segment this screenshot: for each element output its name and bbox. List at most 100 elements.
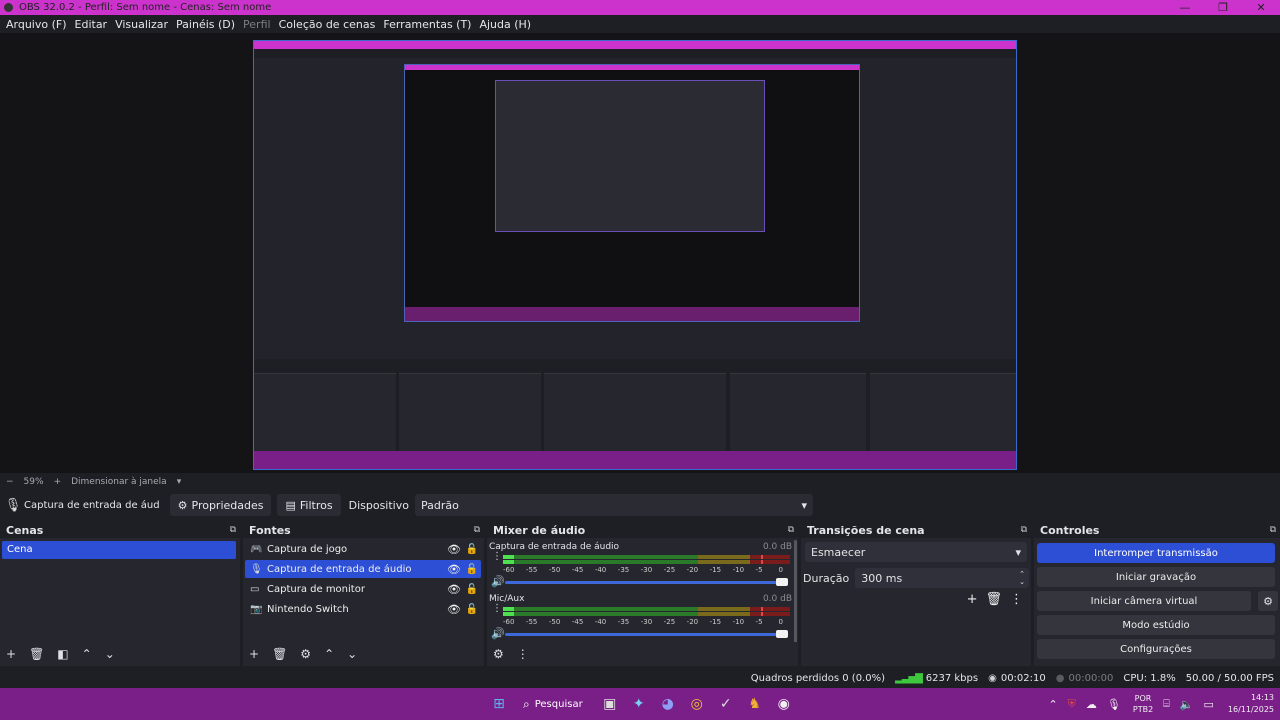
menu-edit[interactable]: Editar (71, 18, 112, 31)
maximize-button[interactable]: ❐ (1204, 0, 1242, 15)
duration-input[interactable]: 300 ms ⌃ ⌄ (855, 568, 1029, 588)
start-virtual-camera-button[interactable]: Iniciar câmera virtual (1037, 591, 1251, 611)
preview-canvas[interactable] (253, 40, 1017, 470)
chevron-down-icon[interactable]: ⌄ (347, 647, 357, 661)
source-item[interactable]: ▭ Captura de monitor 👁 🔓 (245, 580, 481, 598)
menu-tools[interactable]: Ferramentas (T) (379, 18, 475, 31)
minimize-button[interactable]: — (1166, 0, 1204, 15)
menu-docks[interactable]: Painéis (D) (172, 18, 239, 31)
stop-streaming-button[interactable]: Interromper transmissão (1037, 543, 1275, 563)
zoom-out-button[interactable]: − (6, 477, 14, 487)
input-language[interactable]: POR PTB2 (1133, 693, 1153, 715)
gear-icon[interactable]: ⚙ (300, 647, 311, 661)
nested-controls-dock (870, 373, 1016, 451)
studio-mode-button[interactable]: Modo estúdio (1037, 615, 1275, 635)
meter-tick-label: -50 (548, 618, 561, 626)
chevron-up-icon[interactable]: ⌃ (324, 647, 334, 661)
more-vertical-icon[interactable]: ⋮ (517, 647, 529, 661)
network-icon[interactable]: ⌸ (1163, 697, 1170, 711)
more-vertical-icon[interactable]: ⋮ (492, 552, 502, 562)
dock-menu-icon[interactable]: ⧉ (230, 525, 236, 535)
preview-area[interactable] (0, 33, 1280, 473)
filters-button[interactable]: ▤ Filtros (277, 494, 341, 516)
volume-icon[interactable]: 🔈 (1180, 698, 1194, 711)
nested-mixer-dock (544, 373, 726, 451)
taskbar-search[interactable]: ⌕ Pesquisar (515, 693, 591, 715)
properties-button[interactable]: ⚙ Propriedades (169, 494, 272, 516)
menu-file[interactable]: Arquivo (F) (2, 18, 71, 31)
trash-icon[interactable]: 🗑 (272, 647, 287, 661)
source-item[interactable]: 🎙 Captura de entrada de áudio 👁 🔓 (245, 560, 481, 578)
zoom-in-button[interactable]: + (54, 477, 62, 487)
meter-tick-label: -60 (503, 618, 515, 626)
speaker-icon[interactable]: 🔊 (491, 627, 505, 640)
cloud-icon[interactable]: ☁ (1086, 698, 1097, 711)
mic-icon[interactable]: 🎙 (1107, 698, 1121, 711)
discord-icon[interactable]: ◕ (655, 693, 681, 715)
menu-view[interactable]: Visualizar (111, 18, 172, 31)
chevron-down-icon[interactable]: ⌄ (105, 647, 115, 661)
game-icon[interactable]: ♞ (742, 693, 768, 715)
device-select[interactable]: Padrão ▾ (414, 494, 813, 516)
lock-icon[interactable]: 🔓 (463, 544, 481, 555)
virtual-camera-settings-button[interactable]: ⚙ (1258, 591, 1278, 611)
lock-icon[interactable]: 🔓 (463, 584, 481, 595)
chevron-up-icon[interactable]: ⌃ (1048, 698, 1057, 711)
copilot-icon[interactable]: ✦ (626, 693, 652, 715)
trash-icon[interactable]: 🗑 (29, 647, 44, 661)
dock-menu-icon[interactable]: ⧉ (788, 525, 794, 535)
more-vertical-icon[interactable]: ⋮ (1010, 592, 1023, 607)
windows-start-icon[interactable]: ⊞ (486, 693, 512, 715)
task-view-icon[interactable]: ▣ (597, 693, 623, 715)
filter-icon[interactable]: ◧ (57, 647, 68, 661)
close-button[interactable]: ✕ (1242, 0, 1280, 15)
volume-slider[interactable] (505, 630, 788, 638)
clock[interactable]: 14:13 16/11/2025 (1228, 692, 1274, 716)
lock-icon[interactable]: 🔓 (463, 604, 481, 615)
meter-tick-label: -5 (755, 566, 763, 574)
trash-icon[interactable]: 🗑 (985, 592, 1002, 607)
obs-icon[interactable]: ◉ (771, 693, 797, 715)
transition-select[interactable]: Esmaecer ▾ (805, 542, 1027, 562)
advanced-audio-icon[interactable]: ⚙ (493, 647, 504, 661)
chrome-icon[interactable]: ◎ (684, 693, 710, 715)
start-recording-button[interactable]: Iniciar gravação (1037, 567, 1275, 587)
add-icon[interactable]: + (967, 592, 978, 607)
lang-top: POR (1134, 694, 1152, 703)
volume-slider-handle[interactable] (776, 630, 788, 638)
fit-to-window-label[interactable]: Dimensionar à janela (71, 477, 167, 487)
add-icon[interactable]: + (249, 647, 259, 661)
battery-icon[interactable]: ▭ (1203, 698, 1213, 711)
sources-list: 🎮 Captura de jogo 👁 🔓 🎙 Captura de entra… (243, 538, 484, 642)
eye-icon[interactable]: 👁 (445, 603, 463, 616)
chevron-up-icon[interactable]: ⌃ (82, 647, 92, 661)
gear-icon: ⚙ (177, 498, 188, 512)
source-item[interactable]: 📷 Nintendo Switch 👁 🔓 (245, 600, 481, 618)
menu-help[interactable]: Ajuda (H) (475, 18, 535, 31)
volume-slider-handle[interactable] (776, 578, 788, 586)
scene-item[interactable]: Cena (2, 541, 236, 559)
mic-icon: 🎙 (4, 497, 22, 513)
eye-icon[interactable]: 👁 (445, 583, 463, 596)
eye-icon[interactable]: 👁 (445, 563, 463, 576)
lock-icon[interactable]: 🔓 (463, 564, 481, 575)
add-icon[interactable]: + (6, 647, 16, 661)
more-vertical-icon[interactable]: ⋮ (492, 604, 502, 614)
speaker-icon[interactable]: 🔊 (491, 575, 505, 588)
mixer-scrollbar[interactable] (794, 540, 797, 658)
source-item[interactable]: 🎮 Captura de jogo 👁 🔓 (245, 540, 481, 558)
menu-scene-collection[interactable]: Coleção de cenas (275, 18, 380, 31)
volume-slider[interactable] (505, 578, 788, 586)
nested-obs-menubar (254, 49, 1016, 58)
settings-button[interactable]: Configurações (1037, 639, 1275, 659)
zoom-dropdown-icon[interactable]: ▾ (177, 477, 182, 487)
source-label: Captura de entrada de áudio (267, 563, 412, 575)
dock-menu-icon[interactable]: ⧉ (474, 525, 480, 535)
dock-menu-icon[interactable]: ⧉ (1270, 525, 1276, 535)
shield-icon[interactable]: ⛨ (1068, 697, 1076, 711)
spin-arrows-icon[interactable]: ⌃ ⌄ (1019, 570, 1025, 586)
eye-icon[interactable]: 👁 (445, 543, 463, 556)
meter-tick-label: -30 (640, 566, 653, 574)
steam-icon[interactable]: ✓ (713, 693, 739, 715)
dock-menu-icon[interactable]: ⧉ (1021, 525, 1027, 535)
